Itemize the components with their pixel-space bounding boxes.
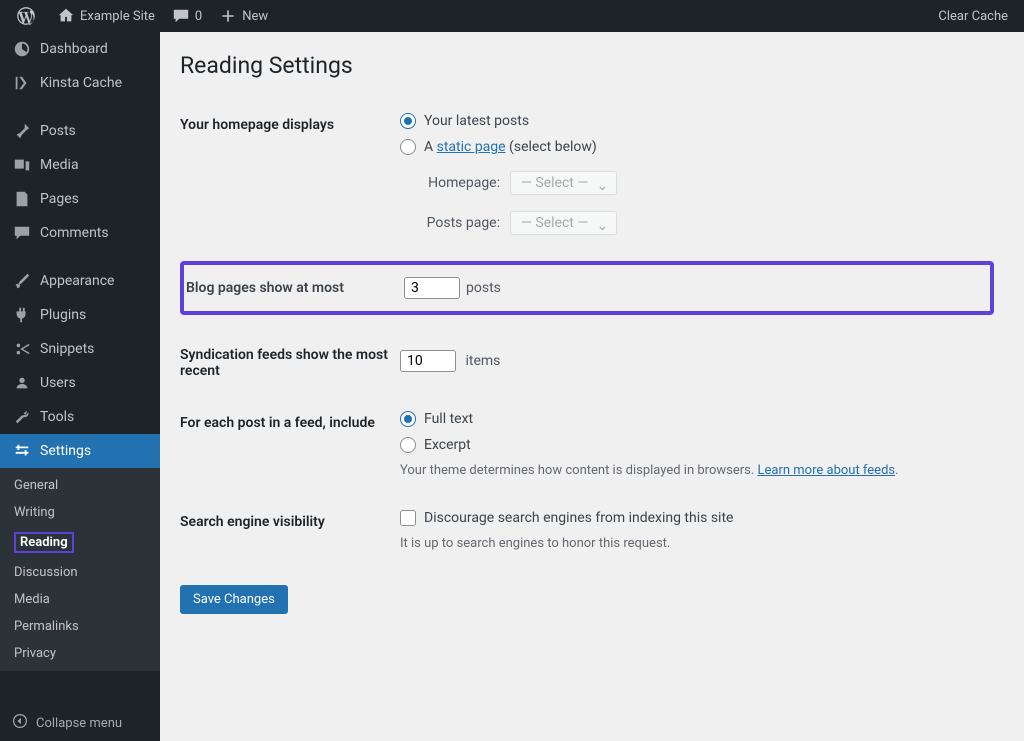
submenu-discussion[interactable]: Discussion <box>0 559 160 586</box>
save-changes-button[interactable]: Save Changes <box>180 585 288 614</box>
blog-pages-label: Blog pages show at most <box>184 280 404 296</box>
collapse-menu[interactable]: Collapse menu <box>0 705 160 741</box>
menu-label: Dashboard <box>40 41 108 57</box>
learn-feeds-link[interactable]: Learn more about feeds <box>758 463 896 478</box>
clear-cache-link[interactable]: Clear Cache <box>930 0 1016 32</box>
syndication-input[interactable] <box>400 350 456 372</box>
comments-count: 0 <box>195 9 202 24</box>
submenu-reading[interactable]: Reading <box>0 526 160 559</box>
page-icon <box>12 189 32 209</box>
menu-label: Users <box>40 375 76 391</box>
brush-icon <box>12 271 32 291</box>
radio-excerpt[interactable] <box>400 437 416 453</box>
settings-content: Reading Settings Your homepage displays … <box>160 32 1024 741</box>
wordpress-icon <box>16 6 36 26</box>
new-content-link[interactable]: New <box>210 0 276 32</box>
visibility-description: It is up to search engines to honor this… <box>400 536 994 551</box>
submenu-media[interactable]: Media <box>0 586 160 613</box>
dashboard-icon <box>12 39 32 59</box>
static-page-link[interactable]: static page <box>437 139 506 155</box>
media-icon <box>12 155 32 175</box>
menu-media[interactable]: Media <box>0 148 160 182</box>
menu-label: Media <box>40 157 79 173</box>
comment-icon <box>171 6 191 26</box>
highlight-blog-pages: Blog pages show at most posts <box>180 261 994 315</box>
comments-icon <box>12 223 32 243</box>
menu-label: Comments <box>40 225 109 241</box>
submenu-general[interactable]: General <box>0 472 160 499</box>
page-title: Reading Settings <box>180 52 1004 79</box>
menu-label: Kinsta Cache <box>40 75 122 91</box>
menu-label: Settings <box>40 443 91 459</box>
menu-users[interactable]: Users <box>0 366 160 400</box>
users-icon <box>12 373 32 393</box>
homepage-displays-label: Your homepage displays <box>180 99 400 261</box>
collapse-icon <box>12 713 28 733</box>
menu-settings[interactable]: Settings <box>0 434 160 468</box>
submenu-writing[interactable]: Writing <box>0 499 160 526</box>
menu-dashboard[interactable]: Dashboard <box>0 32 160 66</box>
admin-bar: Example Site 0 New Clear Cache <box>0 0 1024 32</box>
menu-label: Pages <box>40 191 79 207</box>
menu-label: Tools <box>40 409 74 425</box>
menu-posts[interactable]: Posts <box>0 114 160 148</box>
site-name-label: Example Site <box>80 9 155 24</box>
submenu-permalinks[interactable]: Permalinks <box>0 613 160 640</box>
chevron-down-icon: ⌄ <box>597 218 609 234</box>
feed-include-label: For each post in a feed, include <box>180 397 400 496</box>
plus-icon <box>218 6 238 26</box>
homepage-select[interactable]: — Select — ⌄ <box>510 171 617 195</box>
menu-comments[interactable]: Comments <box>0 216 160 250</box>
pin-icon <box>12 121 32 141</box>
comments-link[interactable]: 0 <box>163 0 210 32</box>
menu-label: Posts <box>40 123 76 139</box>
home-icon <box>56 6 76 26</box>
settings-submenu: General Writing Reading Discussion Media… <box>0 468 160 671</box>
postspage-select-label: Posts page: <box>400 215 500 231</box>
menu-tools[interactable]: Tools <box>0 400 160 434</box>
wp-logo[interactable] <box>8 0 48 32</box>
discourage-checkbox[interactable] <box>400 510 416 526</box>
kinsta-icon <box>12 73 32 93</box>
radio-label: Your latest posts <box>424 113 529 129</box>
discourage-label: Discourage search engines from indexing … <box>424 510 733 526</box>
menu-pages[interactable]: Pages <box>0 182 160 216</box>
radio-label: Full text <box>424 411 473 427</box>
homepage-select-label: Homepage: <box>400 175 500 191</box>
syndication-label: Syndication feeds show the most recent <box>180 329 400 397</box>
site-name-link[interactable]: Example Site <box>48 0 163 32</box>
radio-static-page[interactable] <box>400 139 416 155</box>
menu-kinsta-cache[interactable]: Kinsta Cache <box>0 66 160 100</box>
collapse-label: Collapse menu <box>36 716 122 731</box>
postspage-select[interactable]: — Select — ⌄ <box>510 211 617 235</box>
blog-pages-unit: posts <box>466 280 501 296</box>
menu-label: Snippets <box>40 341 94 357</box>
menu-label: Plugins <box>40 307 86 323</box>
admin-sidebar: Dashboard Kinsta Cache Posts Media Pages… <box>0 32 160 741</box>
radio-label: A static page (select below) <box>424 139 597 155</box>
chevron-down-icon: ⌄ <box>597 178 609 194</box>
menu-plugins[interactable]: Plugins <box>0 298 160 332</box>
radio-latest-posts[interactable] <box>400 113 416 129</box>
new-content-label: New <box>242 9 268 24</box>
feed-description: Your theme determines how content is dis… <box>400 463 994 478</box>
menu-appearance[interactable]: Appearance <box>0 264 160 298</box>
plug-icon <box>12 305 32 325</box>
visibility-label: Search engine visibility <box>180 496 400 569</box>
sliders-icon <box>12 441 32 461</box>
radio-label: Excerpt <box>424 437 471 453</box>
submenu-privacy[interactable]: Privacy <box>0 640 160 667</box>
radio-full-text[interactable] <box>400 411 416 427</box>
menu-snippets[interactable]: Snippets <box>0 332 160 366</box>
scissors-icon <box>12 339 32 359</box>
menu-label: Appearance <box>40 273 114 289</box>
blog-pages-input[interactable] <box>404 277 460 299</box>
wrench-icon <box>12 407 32 427</box>
syndication-unit: items <box>465 353 500 369</box>
